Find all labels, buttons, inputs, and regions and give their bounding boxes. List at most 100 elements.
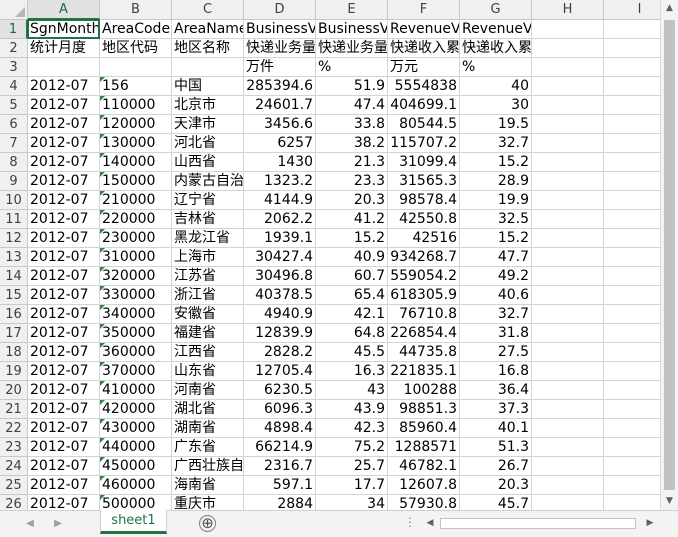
cell-f1[interactable]: RevenueVolume [388,20,460,39]
cell-h24[interactable] [532,457,604,476]
cell-e6[interactable]: 33.8 [316,115,388,134]
cell-c17[interactable]: 福建省 [172,324,244,343]
cell-f4[interactable]: 5554838 [388,77,460,96]
row-header[interactable]: 21 [0,400,28,419]
cell-g19[interactable]: 16.8 [460,362,532,381]
cell-c25[interactable]: 海南省 [172,476,244,495]
cell-h8[interactable] [532,153,604,172]
row-header[interactable]: 18 [0,343,28,362]
cell-b22[interactable]: 430000 [100,419,172,438]
cell-e11[interactable]: 41.2 [316,210,388,229]
row-header[interactable]: 25 [0,476,28,495]
cell-h5[interactable] [532,96,604,115]
scroll-right-icon[interactable]: ▶ [642,515,658,532]
cell-i24[interactable] [604,457,660,476]
column-header-e[interactable]: E [316,0,388,20]
cell-i4[interactable] [604,77,660,96]
cell-f21[interactable]: 98851.3 [388,400,460,419]
cell-c13[interactable]: 上海市 [172,248,244,267]
cell-f11[interactable]: 42550.8 [388,210,460,229]
spreadsheet-grid[interactable]: A B C D E F G H I 1 SgnMonth AreaCode AreaName Busine… [0,0,660,510]
cell-b7[interactable]: 130000 [100,134,172,153]
cell-d4[interactable]: 285394.6 [244,77,316,96]
cell-g15[interactable]: 40.6 [460,286,532,305]
cell-d2[interactable]: 快递业务量 [244,39,316,58]
cell-i16[interactable] [604,305,660,324]
cell-b19[interactable]: 370000 [100,362,172,381]
cell-d11[interactable]: 2062.2 [244,210,316,229]
cell-a8[interactable]: 2012-07 [28,153,100,172]
cell-g24[interactable]: 26.7 [460,457,532,476]
column-header-d[interactable]: D [244,0,316,20]
cell-g18[interactable]: 27.5 [460,343,532,362]
cell-i2[interactable] [604,39,660,58]
cell-h26[interactable] [532,495,604,510]
cell-b16[interactable]: 340000 [100,305,172,324]
cell-h15[interactable] [532,286,604,305]
cell-a15[interactable]: 2012-07 [28,286,100,305]
cell-a12[interactable]: 2012-07 [28,229,100,248]
row-header[interactable]: 14 [0,267,28,286]
cell-c15[interactable]: 浙江省 [172,286,244,305]
cell-a21[interactable]: 2012-07 [28,400,100,419]
cell-i17[interactable] [604,324,660,343]
vertical-scrollbar[interactable]: ▲ ▼ [660,0,678,510]
cell-i21[interactable] [604,400,660,419]
cell-a13[interactable]: 2012-07 [28,248,100,267]
cell-h13[interactable] [532,248,604,267]
cell-f12[interactable]: 42516 [388,229,460,248]
cell-i13[interactable] [604,248,660,267]
cell-f9[interactable]: 31565.3 [388,172,460,191]
cell-e13[interactable]: 40.9 [316,248,388,267]
cell-g16[interactable]: 32.7 [460,305,532,324]
scroll-up-icon[interactable]: ▲ [661,0,678,17]
cell-h1[interactable] [532,20,604,39]
cell-c8[interactable]: 山西省 [172,153,244,172]
more-options-icon[interactable]: ⋮ [404,515,416,529]
cell-h23[interactable] [532,438,604,457]
cell-g2[interactable]: 快递收入累计值同比增长 [460,39,532,58]
cell-c6[interactable]: 天津市 [172,115,244,134]
cell-b21[interactable]: 420000 [100,400,172,419]
cell-a16[interactable]: 2012-07 [28,305,100,324]
cell-h25[interactable] [532,476,604,495]
cell-g13[interactable]: 47.7 [460,248,532,267]
cell-i18[interactable] [604,343,660,362]
cell-i11[interactable] [604,210,660,229]
cell-h17[interactable] [532,324,604,343]
sheet-tab[interactable]: sheet1 [100,510,167,534]
cell-a17[interactable]: 2012-07 [28,324,100,343]
cell-f16[interactable]: 76710.8 [388,305,460,324]
row-header[interactable]: 17 [0,324,28,343]
cell-a10[interactable]: 2012-07 [28,191,100,210]
cell-b1[interactable]: AreaCode [100,20,172,39]
column-header-i[interactable]: I [604,0,660,20]
cell-a25[interactable]: 2012-07 [28,476,100,495]
cell-a4[interactable]: 2012-07 [28,77,100,96]
cell-e23[interactable]: 75.2 [316,438,388,457]
cell-h21[interactable] [532,400,604,419]
cell-b24[interactable]: 450000 [100,457,172,476]
cell-i23[interactable] [604,438,660,457]
cell-c26[interactable]: 重庆市 [172,495,244,510]
cell-a23[interactable]: 2012-07 [28,438,100,457]
cell-b8[interactable]: 140000 [100,153,172,172]
cell-f18[interactable]: 44735.8 [388,343,460,362]
cell-b11[interactable]: 220000 [100,210,172,229]
cell-c22[interactable]: 湖南省 [172,419,244,438]
cell-a2[interactable]: 统计月度 [28,39,100,58]
cell-e18[interactable]: 45.5 [316,343,388,362]
cell-d14[interactable]: 30496.8 [244,267,316,286]
row-header[interactable]: 23 [0,438,28,457]
cell-c23[interactable]: 广东省 [172,438,244,457]
cell-d23[interactable]: 66214.9 [244,438,316,457]
cell-e16[interactable]: 42.1 [316,305,388,324]
row-header[interactable]: 13 [0,248,28,267]
cell-f15[interactable]: 618305.9 [388,286,460,305]
cell-c21[interactable]: 湖北省 [172,400,244,419]
cell-i8[interactable] [604,153,660,172]
cell-f20[interactable]: 100288 [388,381,460,400]
cell-a3[interactable] [28,58,100,77]
add-sheet-icon[interactable]: ⊕ [199,515,216,532]
cell-h11[interactable] [532,210,604,229]
